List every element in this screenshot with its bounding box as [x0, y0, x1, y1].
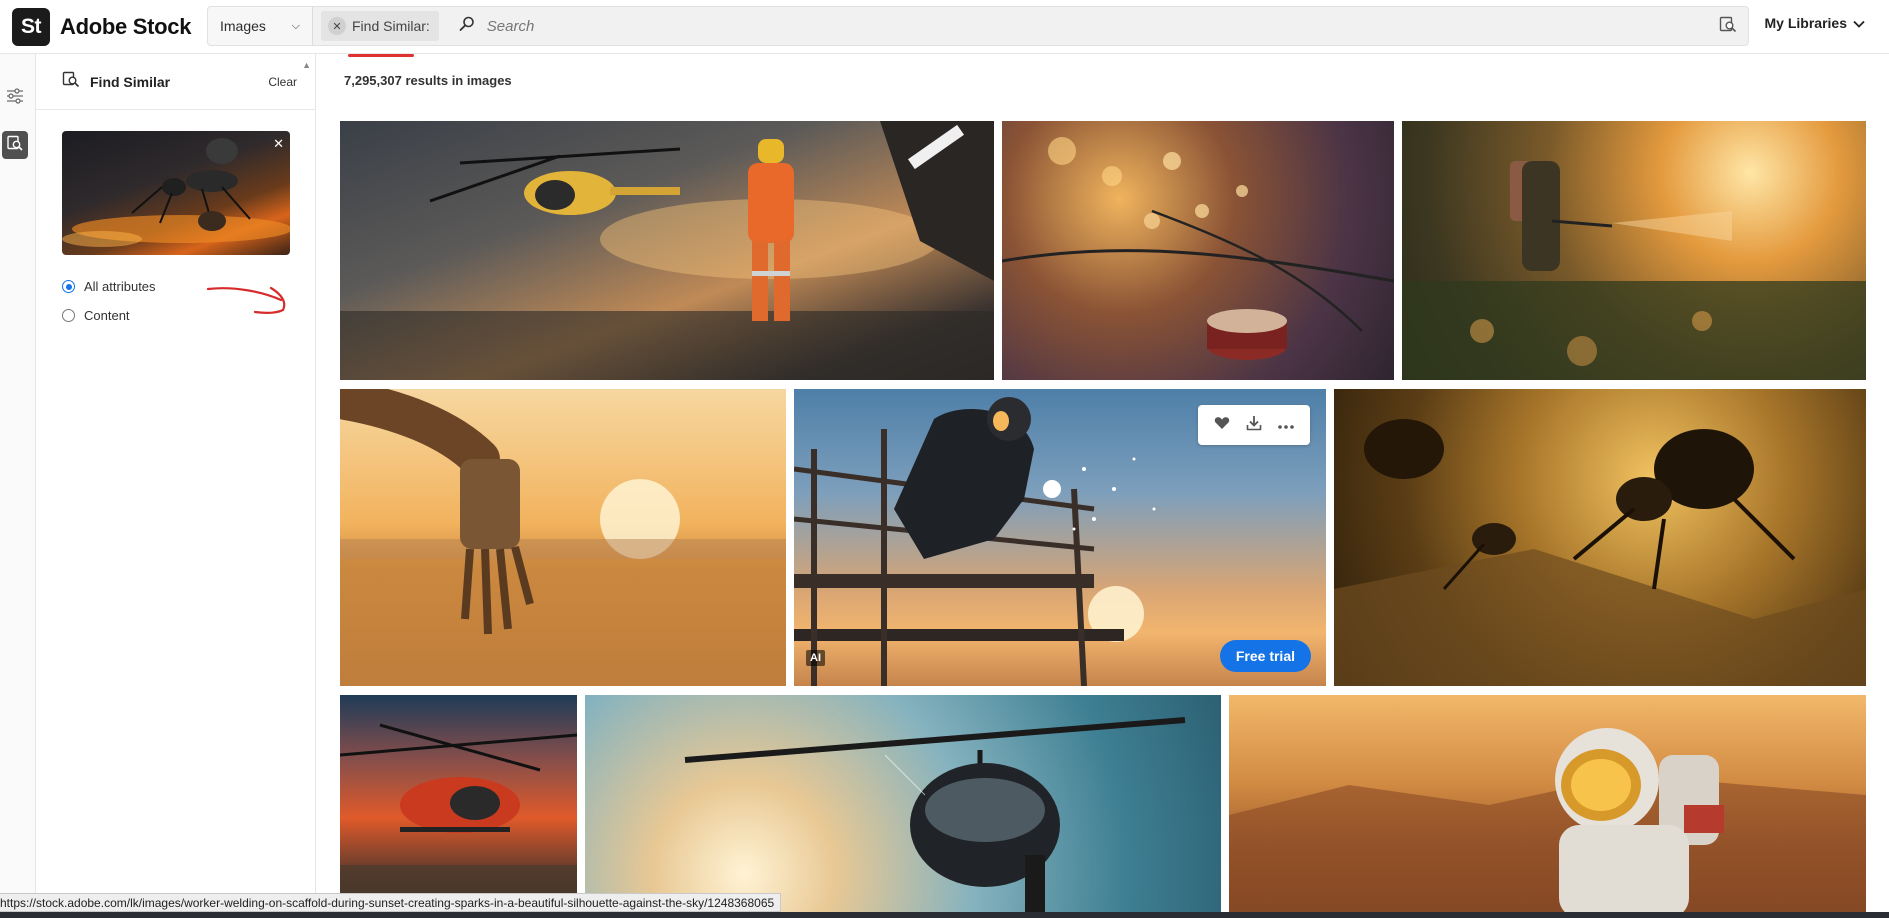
search-icon: [459, 16, 475, 37]
top-header: St Adobe Stock Images ⌵ ✕ Find Similar:: [0, 0, 1889, 57]
find-similar-rail-button[interactable]: [2, 131, 28, 159]
brand-badge: St: [12, 7, 50, 46]
chevron-down-icon: ⌵: [291, 19, 300, 32]
scroll-up-arrow[interactable]: ▲: [302, 60, 311, 70]
visual-search-icon: [6, 134, 24, 157]
result-image-string-lights-drum[interactable]: [1002, 121, 1394, 380]
search-bar: Images ⌵ ✕ Find Similar:: [207, 6, 1749, 57]
radio-all-attributes-control[interactable]: [62, 280, 75, 293]
visual-search-button[interactable]: [1708, 7, 1748, 45]
brand-name: Adobe Stock: [60, 13, 192, 39]
sliders-icon: [6, 87, 24, 109]
result-image-helicopter-sun[interactable]: [585, 695, 1221, 918]
result-image-robot-hand[interactable]: [340, 389, 786, 686]
ai-generated-badge: AI: [806, 650, 825, 666]
chevron-down-icon: [1853, 15, 1865, 31]
result-image-ants[interactable]: [1334, 389, 1866, 686]
brand-logo[interactable]: St Adobe Stock: [12, 7, 208, 46]
find-similar-chip-label: Find Similar:: [352, 18, 430, 34]
content-type-label: Images: [220, 18, 266, 34]
filters-button[interactable]: [2, 84, 28, 112]
result-image-field-sprayer[interactable]: [1402, 121, 1866, 380]
clear-button[interactable]: Clear: [268, 75, 297, 89]
content-type-dropdown[interactable]: Images ⌵: [208, 7, 313, 45]
radio-all-attributes[interactable]: All attributes: [62, 279, 156, 294]
radio-content-label: Content: [84, 308, 130, 323]
heart-icon[interactable]: [1214, 416, 1230, 435]
result-image-red-helicopter[interactable]: [340, 695, 577, 918]
result-image-welding-scaffold[interactable]: AI Free trial: [794, 389, 1326, 686]
visual-search-icon: [62, 70, 80, 93]
close-icon[interactable]: ✕: [328, 17, 346, 35]
panel-title: Find Similar: [90, 73, 171, 90]
results-count: 7,295,307 results in images: [344, 73, 512, 88]
my-libraries-label: My Libraries: [1764, 15, 1847, 31]
download-icon[interactable]: [1246, 415, 1262, 436]
search-input[interactable]: [486, 11, 1708, 41]
reference-image-thumbnail: ✕: [62, 131, 290, 255]
panel-header: Find Similar Clear: [36, 54, 315, 110]
visual-search-icon: [1719, 15, 1737, 38]
radio-content[interactable]: Content: [62, 308, 130, 323]
radio-all-attributes-label: All attributes: [84, 279, 156, 294]
more-options-icon[interactable]: [1278, 416, 1294, 434]
app-root: St Adobe Stock Images ⌵ ✕ Find Similar:: [0, 0, 1889, 918]
find-similar-chip[interactable]: ✕ Find Similar:: [321, 11, 439, 57]
result-image-helicopter-worker[interactable]: [340, 121, 994, 380]
taskbar-strip: [0, 912, 1889, 918]
my-libraries-button[interactable]: My Libraries: [1765, 15, 1865, 31]
free-trial-button[interactable]: Free trial: [1219, 640, 1311, 672]
remove-reference-image-icon[interactable]: ✕: [273, 136, 284, 152]
chip-underline-annotation: [348, 54, 414, 57]
find-similar-panel: ▲ Find Similar Clear ✕ All attributes Co…: [36, 54, 316, 918]
result-image-astronaut-desert[interactable]: [1229, 695, 1866, 918]
image-hover-toolbar: [1198, 405, 1310, 445]
radio-content-control[interactable]: [62, 309, 75, 322]
annotation-arrow: [206, 286, 286, 314]
left-rail: [0, 54, 36, 918]
browser-status-url: https://stock.adobe.com/lk/images/worker…: [0, 893, 782, 912]
